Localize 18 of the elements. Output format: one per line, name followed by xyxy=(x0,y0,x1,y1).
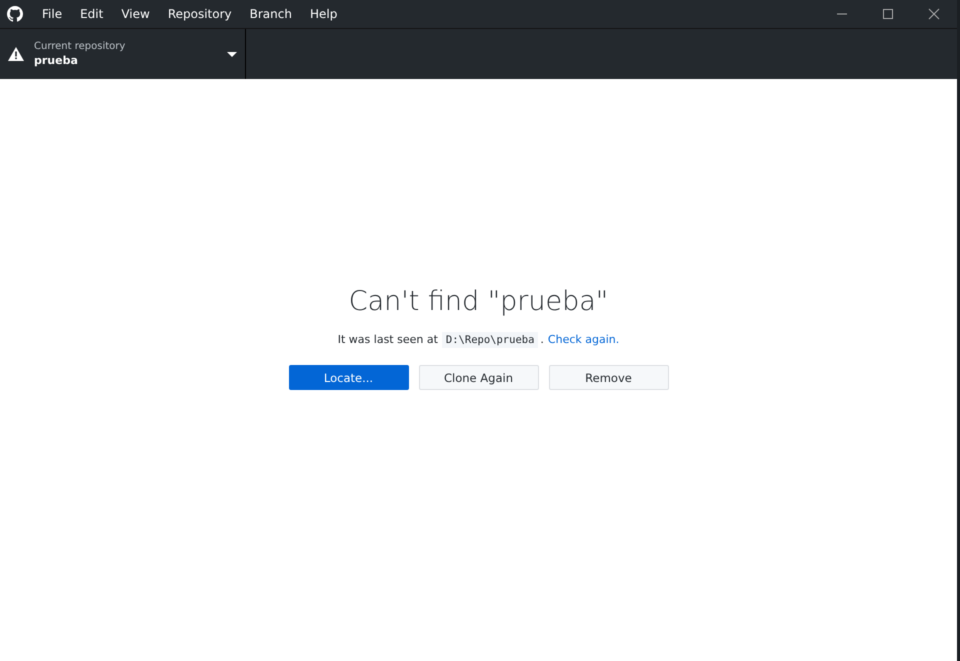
caret-icon xyxy=(227,52,237,56)
github-logo-icon xyxy=(7,6,23,22)
menu-item[interactable]: File xyxy=(33,7,72,21)
error-title: Can't find "prueba" xyxy=(348,286,608,317)
action-button[interactable]: Remove xyxy=(548,365,668,390)
action-button[interactable]: Clone Again xyxy=(418,365,538,390)
action-button[interactable]: Locate... xyxy=(288,365,408,390)
check-again-link[interactable]: Check again. xyxy=(548,333,620,346)
repository-name: prueba xyxy=(34,54,79,67)
menu-item[interactable]: Branch xyxy=(240,7,301,21)
menu-item[interactable]: Repository xyxy=(158,7,241,21)
close-icon xyxy=(928,8,940,20)
menu-item[interactable]: Help xyxy=(300,7,346,21)
maximize-icon xyxy=(882,8,894,20)
menu-item[interactable]: Edit xyxy=(71,7,112,21)
repository-label: Current repository xyxy=(34,41,126,52)
menu-item[interactable]: View xyxy=(112,7,159,21)
error-message: It was last seen at D:\Repo\prueba . Check again. xyxy=(338,333,620,346)
